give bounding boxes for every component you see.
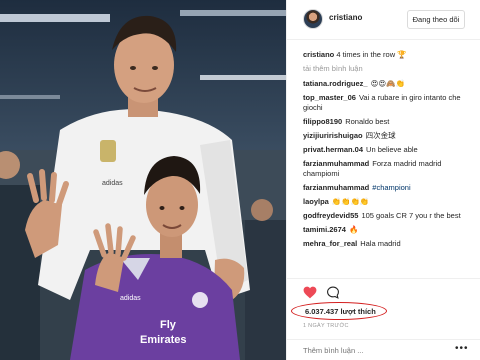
post-photo[interactable]: adidas adidas Fly Emirates	[0, 0, 286, 360]
post-header: cristiano Đang theo dõi	[287, 0, 480, 40]
comment-text: 105 goals CR 7 you r the best	[361, 211, 461, 220]
post-actions: 6.037.437 lượt thích 1 NGÀY TRƯỚC	[287, 278, 480, 348]
comment-item: privat.herman.04 Un believe able	[303, 145, 473, 155]
svg-text:adidas: adidas	[120, 295, 141, 302]
comment-item: tatiana.rodriguez_ 😍😍🙈👏	[303, 79, 473, 89]
post-caption: cristiano 4 times in the row 🏆	[303, 50, 473, 60]
add-comment-bar: •••	[287, 339, 480, 360]
comment-item: yizijiuririshuigao 四次金球	[303, 131, 473, 141]
comment-text: Ronaldo best	[345, 117, 390, 126]
post-sidebar: cristiano Đang theo dõi cristiano 4 time…	[286, 0, 480, 360]
svg-text:adidas: adidas	[102, 180, 123, 187]
comment-text: Hala madrid	[360, 239, 401, 248]
svg-text:Emirates: Emirates	[140, 334, 186, 346]
comment-hashtag[interactable]: #championi	[372, 183, 410, 192]
comment-item: farzianmuhammad Forza madrid madrid champ…	[303, 159, 473, 179]
likes-count[interactable]: 6.037.437 lượt thích	[305, 307, 376, 316]
comment-text: Un believe able	[366, 145, 418, 154]
comment-text: 🔥	[348, 225, 359, 234]
comments-list: cristiano 4 times in the row 🏆 tải thêm …	[303, 50, 473, 253]
comment-username[interactable]: tatiana.rodriguez_	[303, 79, 368, 88]
comment-item: godfreydevid55 105 goals CR 7 you r the b…	[303, 211, 473, 221]
heart-icon[interactable]	[303, 286, 317, 299]
comment-text: 四次金球	[365, 131, 396, 140]
svg-text:Fly: Fly	[160, 319, 177, 331]
comment-username[interactable]: yizijiuririshuigao	[303, 131, 363, 140]
comment-username[interactable]: privat.herman.04	[303, 145, 363, 154]
comment-username[interactable]: farzianmuhammad	[303, 183, 369, 192]
caption-username[interactable]: cristiano	[303, 50, 334, 59]
comment-username[interactable]: godfreydevid55	[303, 211, 358, 220]
comment-item: farzianmuhammad #championi	[303, 183, 473, 193]
caption-text: 4 times in the row	[336, 50, 396, 59]
comment-item: filippo8190 Ronaldo best	[303, 117, 473, 127]
comment-username[interactable]: farzianmuhammad	[303, 159, 369, 168]
more-options-icon[interactable]: •••	[455, 343, 469, 354]
post-timestamp[interactable]: 1 NGÀY TRƯỚC	[303, 323, 349, 329]
comment-item: laoylpa 👏👏👏👏	[303, 197, 473, 207]
comment-username[interactable]: top_master_06	[303, 93, 356, 102]
likes-highlight: 6.037.437 lượt thích	[291, 302, 387, 320]
comment-text: 😍😍🙈👏	[370, 79, 405, 88]
add-comment-input[interactable]	[303, 344, 451, 357]
post-photo-illustration: adidas adidas Fly Emirates	[0, 0, 286, 360]
comment-username[interactable]: mehra_for_real	[303, 239, 357, 248]
comment-text: 👏👏👏👏	[331, 197, 370, 206]
comment-username[interactable]: tamimi.2674	[303, 225, 346, 234]
comment-item: tamimi.2674 🔥	[303, 225, 473, 235]
header-username[interactable]: cristiano	[329, 13, 362, 22]
comment-username[interactable]: filippo8190	[303, 117, 342, 126]
load-more-comments-link[interactable]: tải thêm bình luận	[303, 64, 473, 74]
following-button[interactable]: Đang theo dõi	[407, 10, 465, 29]
comment-item: mehra_for_real Hala madrid	[303, 239, 473, 249]
comment-username[interactable]: laoylpa	[303, 197, 329, 206]
comment-item: top_master_06 Vai a rubare in giro intant…	[303, 93, 473, 113]
comment-bubble-icon[interactable]	[326, 286, 340, 299]
avatar[interactable]	[303, 9, 323, 29]
trophy-emoji-icon: 🏆	[397, 50, 407, 59]
instagram-post: adidas adidas Fly Emirates cristiano Đan…	[0, 0, 480, 360]
